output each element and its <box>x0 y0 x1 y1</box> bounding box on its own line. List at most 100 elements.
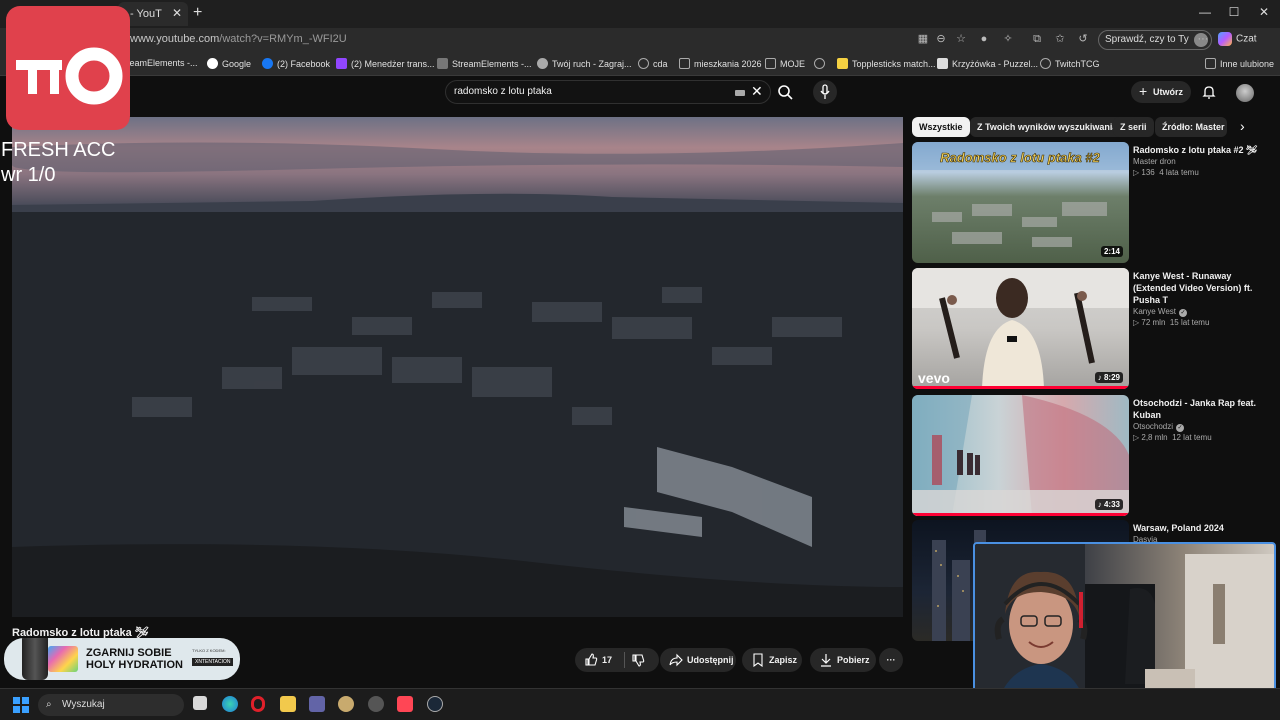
save-button[interactable]: Zapisz <box>742 648 802 672</box>
windows-taskbar: ⌕ Wyszukaj <box>0 688 1280 720</box>
extensions-puzzle-icon[interactable]: ✧ <box>1001 32 1015 46</box>
maximize-button[interactable]: ☐ <box>1219 5 1249 19</box>
chip-from-series[interactable]: Z serii <box>1113 117 1154 137</box>
download-icon <box>821 654 831 667</box>
split-icon[interactable]: ⧉ <box>1030 32 1044 46</box>
channel-name[interactable]: Otsochodzi ✓ <box>1133 422 1185 432</box>
like-dislike-group: 17 <box>575 648 659 672</box>
video-thumbnail[interactable]: ♪ 4:33 <box>912 395 1129 516</box>
chip-from-search[interactable]: Z Twoich wyników wyszukiwania <box>970 117 1125 137</box>
account-avatar[interactable] <box>1236 84 1254 102</box>
bookmark-item[interactable]: treamElements -... <box>124 58 198 68</box>
duration-text: 8:29 <box>1103 373 1120 382</box>
view-count: 2,8 mln <box>1141 433 1168 442</box>
other-favorites-label: Inne ulubione <box>1220 59 1275 69</box>
bookmark-item[interactable]: Google <box>207 58 251 69</box>
thumbs-up-icon[interactable] <box>584 653 598 667</box>
valorant-icon[interactable] <box>397 696 413 712</box>
search-input[interactable] <box>454 86 724 97</box>
chip-source[interactable]: Źródło: Master d <box>1155 117 1227 137</box>
recommendation-item[interactable]: Radomsko z lotu ptaka #2 2:14 Radomsko z… <box>912 142 1272 264</box>
more-options-icon[interactable]: ··· <box>1196 32 1210 46</box>
league-icon[interactable] <box>338 696 354 712</box>
extension-icon[interactable]: ● <box>977 32 991 46</box>
voice-search-button[interactable] <box>813 80 837 104</box>
thumbnail-art <box>912 395 1129 516</box>
clear-search-icon[interactable]: ✕ <box>751 83 763 100</box>
favorites-icon[interactable]: ✩ <box>1053 32 1067 46</box>
recommendation-title[interactable]: Kanye West - Runaway (Extended Video Ver… <box>1133 270 1258 306</box>
bookmark-item[interactable]: Krzyżówka - Puzzel... <box>937 58 1038 69</box>
teams-icon[interactable] <box>309 696 325 712</box>
keyboard-icon[interactable] <box>735 90 745 96</box>
notifications-button[interactable] <box>1201 84 1217 105</box>
chip-all[interactable]: Wszystkie <box>912 117 970 137</box>
history-icon[interactable]: ↺ <box>1076 32 1090 46</box>
twitch-icon <box>336 58 347 69</box>
download-label: Pobierz <box>837 655 870 665</box>
streamelements-icon <box>437 58 448 69</box>
other-favorites[interactable]: Inne ulubione <box>1205 58 1274 69</box>
minimize-button[interactable]: — <box>1190 5 1220 19</box>
bookmark-label: Krzyżówka - Puzzel... <box>952 59 1039 69</box>
recommendation-item[interactable]: vevo ♪ 8:29 Kanye West - Runaway (Extend… <box>912 268 1272 390</box>
url-field[interactable]: www.youtube.com/watch?v=RMYm_-WFI2U <box>130 33 347 45</box>
bookmark-folder[interactable]: mieszkania 2026 <box>679 58 762 69</box>
recommendation-title[interactable]: Warsaw, Poland 2024 <box>1133 522 1258 534</box>
bookmark-item[interactable]: (2) Menedżer trans... <box>336 58 435 69</box>
copilot-icon <box>1218 32 1232 46</box>
video-thumbnail[interactable]: vevo ♪ 8:29 <box>912 268 1129 389</box>
video-player[interactable] <box>12 117 903 617</box>
split-screen-icon[interactable]: ▦ <box>916 32 930 46</box>
close-window-button[interactable]: ✕ <box>1249 5 1279 19</box>
video-frame-aerial-city <box>12 117 903 617</box>
channel-name[interactable]: Master dron <box>1133 157 1176 166</box>
share-button[interactable]: Udostępnij <box>660 648 736 672</box>
bookmark-item[interactable] <box>814 58 829 69</box>
bookmark-folder[interactable]: MOJE <box>765 58 805 69</box>
thumbs-down-icon[interactable] <box>631 653 645 667</box>
product-box-image <box>48 646 78 672</box>
puzzel-icon <box>937 58 948 69</box>
bookmark-item[interactable]: Twój ruch - Zagraj... <box>537 58 632 69</box>
taskbar-search[interactable]: ⌕ Wyszukaj <box>38 694 184 716</box>
zoom-icon[interactable]: ⊖ <box>934 32 948 46</box>
search-button[interactable] <box>771 80 801 104</box>
recommendation-item[interactable]: ♪ 4:33 Otsochodzi - Janka Rap feat. Kuba… <box>912 395 1272 517</box>
download-button[interactable]: Pobierz <box>810 648 876 672</box>
edge-icon[interactable] <box>222 696 238 712</box>
task-view-icon[interactable] <box>193 696 207 710</box>
folder-icon[interactable] <box>280 696 296 712</box>
copilot-button[interactable]: Czat <box>1218 32 1257 46</box>
new-tab-button[interactable]: + <box>193 4 202 22</box>
app-icon[interactable] <box>368 696 384 712</box>
stream-logo <box>6 6 130 130</box>
video-thumbnail[interactable]: Radomsko z lotu ptaka #2 2:14 <box>912 142 1129 263</box>
recommendation-title[interactable]: Otsochodzi - Janka Rap feat. Kuban <box>1133 397 1258 421</box>
close-tab-icon[interactable]: ✕ <box>172 6 182 20</box>
bookmark-item[interactable]: Topplesticks match... <box>837 58 936 69</box>
verified-icon: ✓ <box>1176 424 1185 432</box>
bookmark-label: treamElements -... <box>124 58 198 68</box>
bookmark-item[interactable]: StreamElements -... <box>437 58 532 69</box>
opera-icon[interactable] <box>251 696 265 712</box>
create-button[interactable]: + Utwórz <box>1131 81 1191 103</box>
profile-signin-button[interactable]: Sprawdź, czy to Ty <box>1098 30 1212 50</box>
chevron-right-icon[interactable]: › <box>1240 118 1245 134</box>
recommendation-title[interactable]: Radomsko z lotu ptaka #2 🛩 <box>1133 144 1258 156</box>
search-icon: ⌕ <box>46 699 52 710</box>
channel-name[interactable]: Kanye West ✓ <box>1133 307 1187 317</box>
favorite-star-icon[interactable]: ☆ <box>954 32 968 46</box>
windows-logo-icon <box>13 697 29 713</box>
globe-icon <box>814 58 825 69</box>
channel-label: Otsochodzi <box>1133 422 1174 431</box>
overlay-line-2: wr 1/0 <box>1 164 56 186</box>
bookmark-item[interactable]: (2) Facebook <box>262 58 330 69</box>
steam-icon[interactable] <box>427 696 443 712</box>
like-count[interactable]: 17 <box>602 648 612 672</box>
bookmark-item[interactable]: TwitchTCG <box>1040 58 1100 69</box>
bell-icon <box>1202 86 1216 99</box>
start-button[interactable] <box>13 697 29 718</box>
more-actions-button[interactable]: ··· <box>879 648 903 672</box>
bookmark-item[interactable]: cda <box>638 58 668 69</box>
